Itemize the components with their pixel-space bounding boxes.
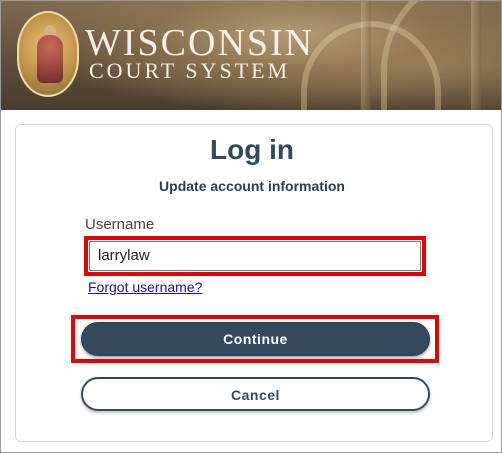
page-subtitle: Update account information — [159, 178, 345, 194]
continue-button[interactable]: Continue — [81, 322, 430, 356]
court-seal-logo — [17, 11, 79, 97]
banner-pillar — [471, 1, 481, 110]
header-banner: WISCONSIN COURT SYSTEM — [1, 1, 501, 110]
username-input[interactable]: larrylaw — [89, 241, 421, 271]
forgot-username-link[interactable]: Forgot username? — [88, 279, 202, 295]
username-label: Username — [85, 216, 155, 233]
banner-pillar — [361, 1, 371, 110]
cancel-button[interactable]: Cancel — [81, 377, 430, 411]
page-title: Log in — [210, 134, 294, 165]
seal-figure — [37, 35, 63, 83]
site-subtitle: COURT SYSTEM — [89, 58, 291, 83]
banner-arch — [381, 1, 501, 110]
